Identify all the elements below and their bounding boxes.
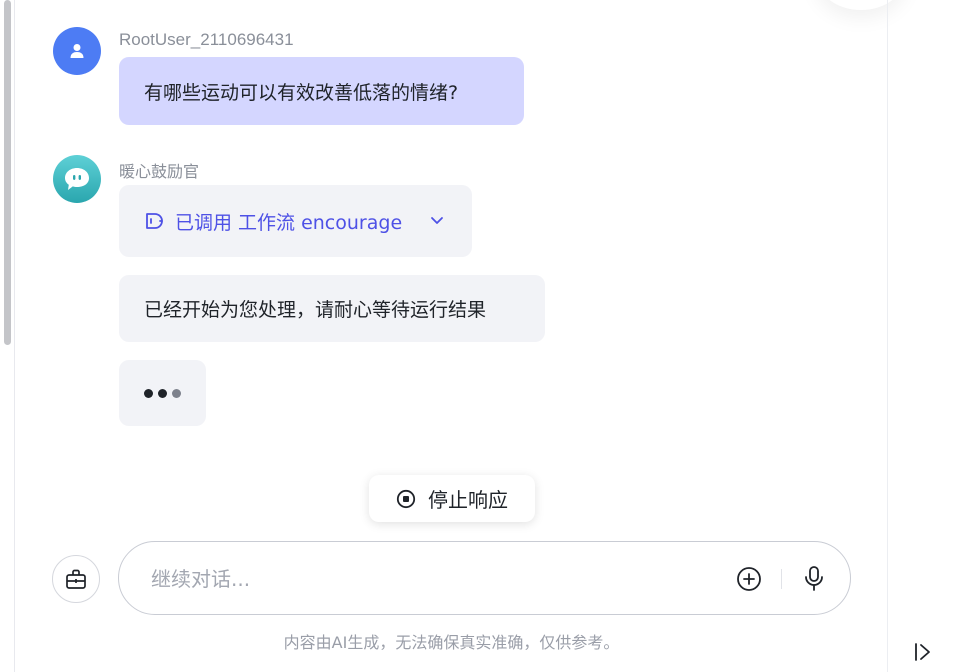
plus-circle-icon[interactable] [736,566,762,592]
plugin-icon [143,211,163,231]
user-message-bubble: 有哪些运动可以有效改善低落的情绪? [119,57,524,125]
bot-message-bubble: 已经开始为您处理，请耐心等待运行结果 [119,275,545,342]
chat-panel: RootUser_2110696431 有哪些运动可以有效改善低落的情绪? 暖心… [16,0,887,672]
message-input[interactable] [151,562,711,596]
bot-message-text: 已经开始为您处理，请耐心等待运行结果 [144,299,487,321]
stop-response-button[interactable]: 停止响应 [369,475,535,522]
typing-indicator [119,360,206,426]
user-name: RootUser_2110696431 [119,30,294,49]
typing-dot [144,388,153,398]
expand-panel-icon[interactable] [912,641,934,663]
tool-call-label: 已调用 工作流 encourage [175,211,403,234]
stop-response-label: 停止响应 [428,488,508,512]
decorative-shadow [816,0,906,10]
microphone-icon[interactable] [802,565,826,593]
typing-dot [172,388,181,398]
scroll-track[interactable] [0,0,15,672]
chat-bubble-icon [62,165,92,193]
scrollbar-thumb[interactable] [4,0,11,345]
panel-divider [887,0,888,672]
message-input-box[interactable] [118,541,851,615]
ai-disclaimer: 内容由AI生成，无法确保真实准确，仅供参考。 [283,633,620,652]
chevron-down-icon[interactable] [428,211,446,229]
toolbox-button[interactable] [52,555,100,603]
user-avatar [53,27,101,75]
typing-dot [158,388,167,398]
tool-call-card[interactable]: 已调用 工作流 encourage [119,185,472,257]
bot-avatar [53,155,101,203]
toolbox-icon [64,567,88,591]
stop-circle-icon [396,489,416,509]
user-message-text: 有哪些运动可以有效改善低落的情绪? [144,81,459,104]
bot-name: 暖心鼓励官 [119,162,200,181]
input-divider [781,569,782,589]
user-icon [68,42,86,60]
chat-page: RootUser_2110696431 有哪些运动可以有效改善低落的情绪? 暖心… [0,0,957,672]
